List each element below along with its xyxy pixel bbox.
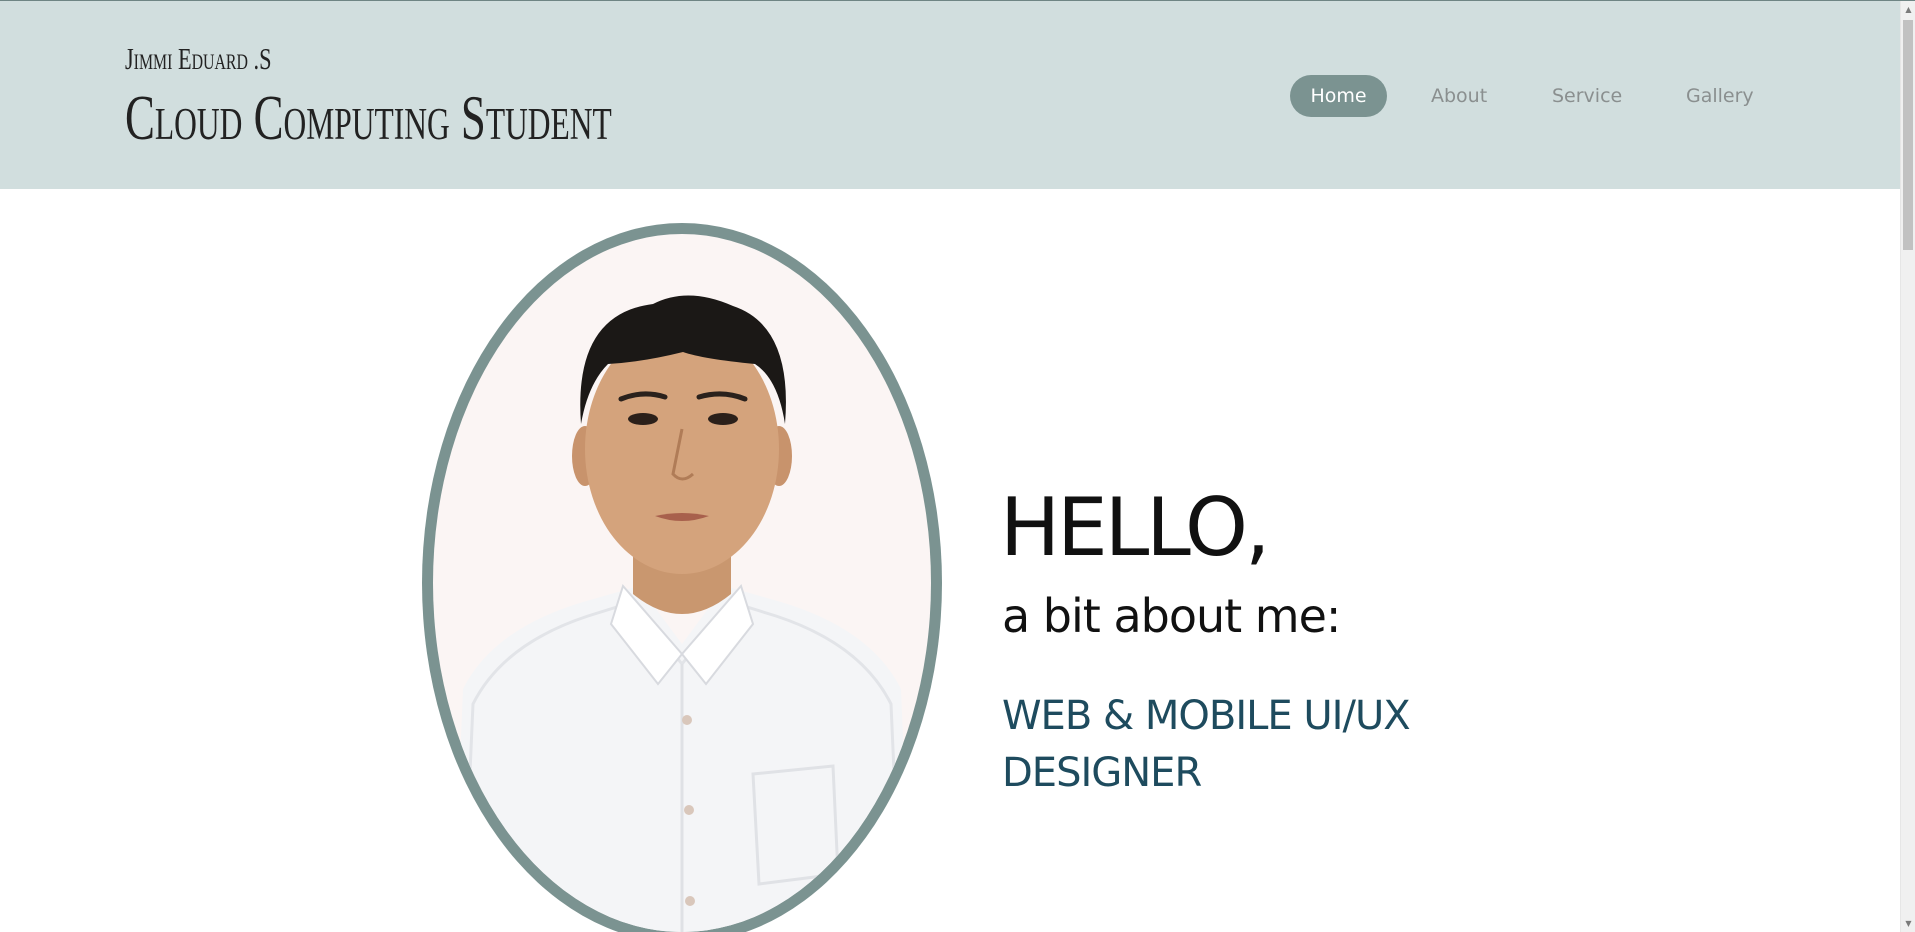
nav-home-link[interactable]: Home — [1290, 75, 1387, 117]
vertical-scrollbar[interactable]: ▲ ▼ — [1900, 1, 1915, 932]
scrollbar-thumb[interactable] — [1903, 20, 1913, 250]
nav-service-link[interactable]: Service — [1552, 75, 1622, 117]
nav-gallery-link[interactable]: Gallery — [1686, 75, 1754, 117]
scroll-down-arrow-icon[interactable]: ▼ — [1901, 915, 1915, 932]
hero-greeting: HELLO, — [1000, 481, 1270, 574]
profile-photo — [433, 234, 931, 932]
portrait-frame — [422, 223, 942, 932]
page: Jimmi Eduard .S Cloud Computing Student … — [0, 0, 1915, 932]
hero-intro: a bit about me: — [1002, 589, 1341, 643]
person-portrait-icon — [453, 295, 911, 932]
brand-title: Cloud Computing Student — [125, 82, 612, 153]
site-header: Jimmi Eduard .S Cloud Computing Student … — [0, 1, 1900, 189]
scroll-up-arrow-icon[interactable]: ▲ — [1901, 1, 1915, 18]
nav-about-link[interactable]: About — [1431, 75, 1487, 117]
hero-role: WEB & MOBILE UI/UX DESIGNER — [1002, 693, 1411, 796]
brand-subtitle: Jimmi Eduard .S — [125, 41, 272, 76]
